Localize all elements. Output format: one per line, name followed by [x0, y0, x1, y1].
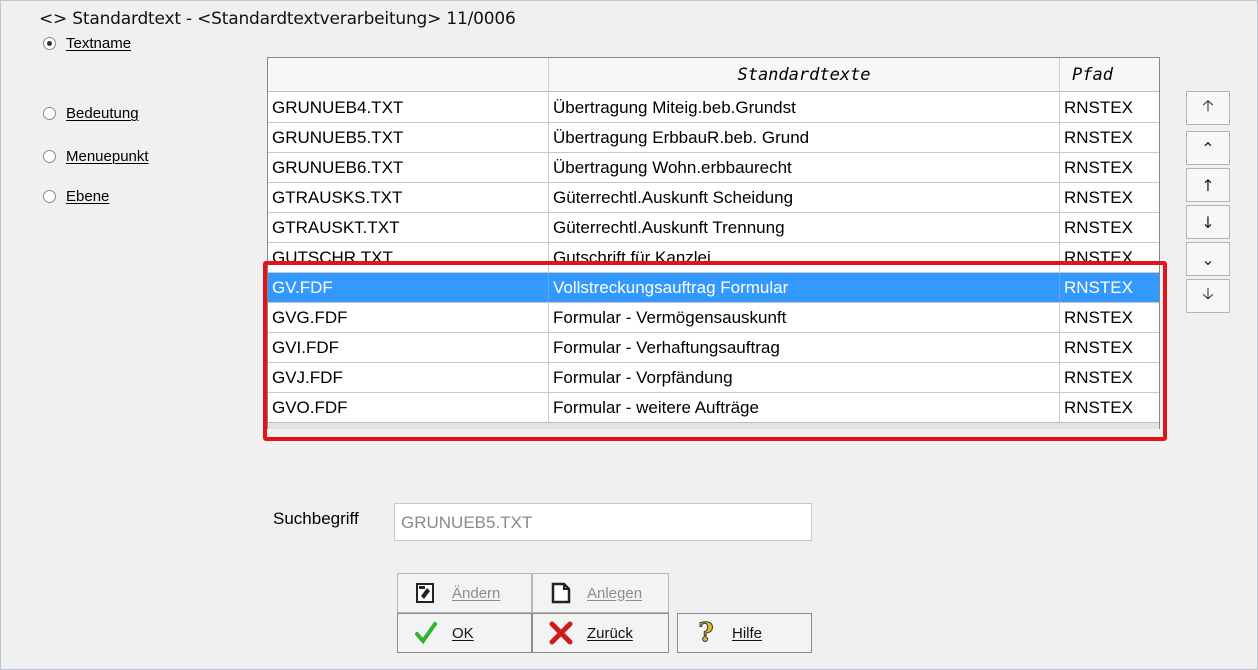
create-label: Anlegen — [587, 584, 643, 602]
new-document-icon — [547, 579, 575, 607]
cell-description: Formular - Vermögensauskunft — [548, 303, 1059, 332]
arrow-up-button[interactable]: ↑ — [1186, 168, 1230, 202]
cell-description: Formular - weitere Aufträge — [548, 393, 1059, 422]
radio-ebene[interactable]: Ebene — [43, 188, 109, 205]
cell-path: RNSTEX — [1059, 303, 1159, 332]
cell-name: GRUNUEB5.TXT — [272, 127, 404, 147]
radio-indicator[interactable] — [43, 107, 56, 120]
radio-indicator[interactable] — [43, 190, 56, 203]
radio-label: Ebene — [66, 188, 110, 205]
arrow-down-icon: ↓ — [1201, 212, 1215, 232]
table-row[interactable]: GTRAUSKT.TXT Güterrechtl.Auskunft Trennun… — [268, 213, 1159, 243]
cell-name: GVG.FDF — [272, 307, 348, 327]
cell-path: RNSTEX — [1059, 363, 1159, 392]
cell-name: GRUNUEB4.TXT — [272, 97, 404, 117]
cell-description: Übertragung Miteig.beb.Grundst — [548, 93, 1059, 122]
ok-label: OK — [452, 624, 474, 642]
arrow-down-button[interactable]: ↓ — [1186, 205, 1230, 239]
header-description[interactable]: Standardtexte — [548, 58, 1059, 91]
cell-name: GVJ.FDF — [272, 367, 343, 387]
cell-description: Güterrechtl.Auskunft Trennung — [548, 213, 1059, 242]
table-row[interactable]: GVO.FDF Formular - weitere Aufträge RNSTEX — [268, 393, 1159, 423]
cell-path: RNSTEX — [1059, 153, 1159, 182]
back-button[interactable]: Zurück — [532, 613, 669, 653]
arrow-last-icon: 🡣 — [1202, 283, 1214, 303]
dialog-window: <> Standardtext - <Standardtextverarbeit… — [0, 0, 1258, 670]
cell-description: Formular - Vorpfändung — [548, 363, 1059, 392]
cell-description: Güterrechtl.Auskunft Scheidung — [548, 183, 1059, 212]
standardtext-list[interactable]: Standardtexte Pfad GRUNUEB4.TXT Übertragu… — [267, 57, 1160, 429]
header-name — [268, 58, 548, 91]
cell-path: RNSTEX — [1059, 93, 1159, 122]
page-up-button[interactable]: ⌃ — [1186, 131, 1230, 165]
list-bottom-edge — [268, 422, 1159, 429]
cell-name: GRUNUEB6.TXT — [272, 157, 404, 177]
search-input[interactable]: GRUNUEB5.TXT — [394, 503, 812, 541]
ok-button[interactable]: OK — [397, 613, 532, 653]
header-path[interactable]: Pfad — [1059, 58, 1159, 91]
cell-path: RNSTEX — [1059, 393, 1159, 422]
cell-path: RNSTEX — [1059, 333, 1159, 362]
cell-path: RNSTEX — [1059, 273, 1159, 302]
cell-description: Gutschrift für Kanzlei — [548, 243, 1059, 272]
cell-name: GUTSCHR.TXT — [272, 247, 393, 267]
list-header: Standardtexte Pfad — [268, 58, 1159, 92]
help-label: Hilfe — [732, 624, 763, 642]
cell-path: RNSTEX — [1059, 243, 1159, 272]
table-row[interactable]: GVG.FDF Formular - Vermögensauskunft RNSTE… — [268, 303, 1159, 333]
table-row[interactable]: GTRAUSKS.TXT Güterrechtl.Auskunft Scheidu… — [268, 183, 1159, 213]
cell-description: Formular - Verhaftungsauftrag — [548, 333, 1059, 362]
help-question-icon: ? — [698, 618, 714, 649]
cell-description: Übertragung Wohn.erbbaurecht — [548, 153, 1059, 182]
cell-name: GVI.FDF — [272, 337, 340, 357]
table-row[interactable]: GV.FDF Vollstreckungsauftrag Formular RNST… — [268, 273, 1159, 303]
table-row[interactable]: GRUNUEB6.TXT Übertragung Wohn.erbbaurecht… — [268, 153, 1159, 183]
window-title: <> Standardtext - <Standardtextverarbeit… — [39, 9, 516, 29]
back-label: Zurück — [587, 624, 633, 642]
radio-label: Textname — [66, 35, 132, 52]
table-row[interactable]: GRUNUEB4.TXT Übertragung Miteig.beb.Grund… — [268, 93, 1159, 123]
edit-icon — [412, 579, 440, 607]
cell-name: GTRAUSKT.TXT — [272, 217, 400, 237]
arrow-first-button[interactable]: 🡡 — [1186, 91, 1230, 125]
radio-indicator[interactable] — [43, 37, 56, 50]
radio-menuepunkt[interactable]: Menuepunkt — [43, 148, 149, 165]
table-row[interactable]: GVJ.FDF Formular - Vorpfändung RNSTEX — [268, 363, 1159, 393]
help-button[interactable]: ? Hilfe — [677, 613, 812, 653]
search-label: Suchbegriff — [273, 509, 359, 528]
cell-path: RNSTEX — [1059, 183, 1159, 212]
cell-name: GV.FDF — [272, 277, 333, 297]
radio-label: Menuepunkt — [66, 148, 149, 165]
radio-bedeutung[interactable]: Bedeutung — [43, 105, 139, 122]
page-down-button[interactable]: ⌄ — [1186, 242, 1230, 276]
cancel-x-icon — [547, 619, 575, 647]
cell-description: Vollstreckungsauftrag Formular — [548, 273, 1059, 302]
arrow-first-icon: 🡡 — [1202, 95, 1214, 115]
page-up-icon: ⌃ — [1201, 138, 1215, 158]
edit-button[interactable]: Ändern — [397, 573, 532, 613]
table-row[interactable]: GUTSCHR.TXT Gutschrift für Kanzlei RNSTEX — [268, 243, 1159, 273]
radio-label: Bedeutung — [66, 105, 139, 122]
table-row[interactable]: GVI.FDF Formular - Verhaftungsauftrag RNST… — [268, 333, 1159, 363]
table-row[interactable]: GRUNUEB5.TXT Übertragung ErbbauR.beb. Gru… — [268, 123, 1159, 153]
page-down-icon: ⌄ — [1201, 249, 1215, 269]
cell-name: GTRAUSKS.TXT — [272, 187, 403, 207]
radio-indicator[interactable] — [43, 150, 56, 163]
radio-textname[interactable]: Textname — [43, 35, 131, 52]
cell-path: RNSTEX — [1059, 213, 1159, 242]
cell-name: GVO.FDF — [272, 397, 348, 417]
arrow-up-icon: ↑ — [1201, 175, 1215, 195]
create-button[interactable]: Anlegen — [532, 573, 669, 613]
cell-path: RNSTEX — [1059, 123, 1159, 152]
arrow-last-button[interactable]: 🡣 — [1186, 279, 1230, 313]
cell-description: Übertragung ErbbauR.beb. Grund — [548, 123, 1059, 152]
edit-label: Ändern — [452, 584, 501, 602]
checkmark-icon — [412, 619, 440, 647]
